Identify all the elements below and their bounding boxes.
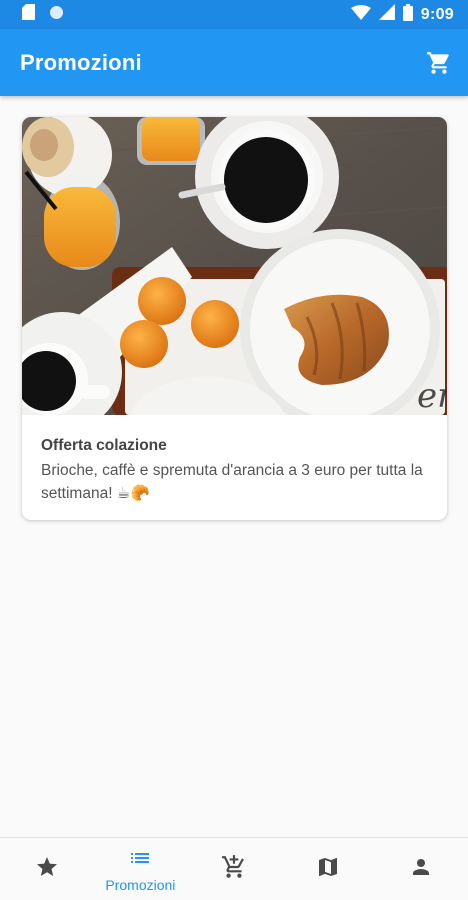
promotion-card[interactable]: er Offerta colazione Brioche, caffè e sp… — [22, 117, 447, 520]
card-title: Offerta colazione — [41, 437, 167, 454]
status-bar-right: 9:09 — [350, 3, 454, 26]
map-icon — [316, 855, 340, 884]
list-icon — [128, 846, 152, 875]
nav-item-map[interactable] — [281, 838, 375, 900]
person-icon — [409, 855, 433, 884]
nav-item-profile[interactable] — [374, 838, 468, 900]
status-time: 9:09 — [420, 5, 454, 23]
cart-icon[interactable] — [426, 50, 452, 76]
wifi-icon — [350, 4, 371, 25]
nav-item-favorites[interactable] — [0, 838, 94, 900]
signal-icon — [378, 4, 395, 25]
app-bar: Promozioni — [0, 29, 468, 96]
nav-label-promozioni: Promozioni — [105, 876, 176, 893]
status-bar: 9:09 — [0, 0, 468, 29]
bottom-navigation: Promozioni — [0, 837, 468, 900]
card-description: Brioche, caffè e spremuta d'arancia a 3 … — [41, 462, 423, 502]
card-body: Offerta colazione Brioche, caffè e sprem… — [22, 415, 447, 505]
star-icon — [35, 855, 59, 884]
nav-item-add-to-cart[interactable] — [187, 838, 281, 900]
svg-text:er: er — [417, 376, 447, 415]
circle-notification-icon — [49, 5, 64, 25]
nav-item-promozioni[interactable]: Promozioni — [94, 838, 188, 900]
battery-icon — [402, 3, 413, 26]
add-to-cart-icon — [221, 854, 247, 885]
page-title: Promozioni — [20, 49, 142, 75]
status-bar-left — [22, 4, 64, 25]
breakfast-photo: er — [22, 117, 447, 415]
sd-card-icon — [22, 4, 35, 25]
